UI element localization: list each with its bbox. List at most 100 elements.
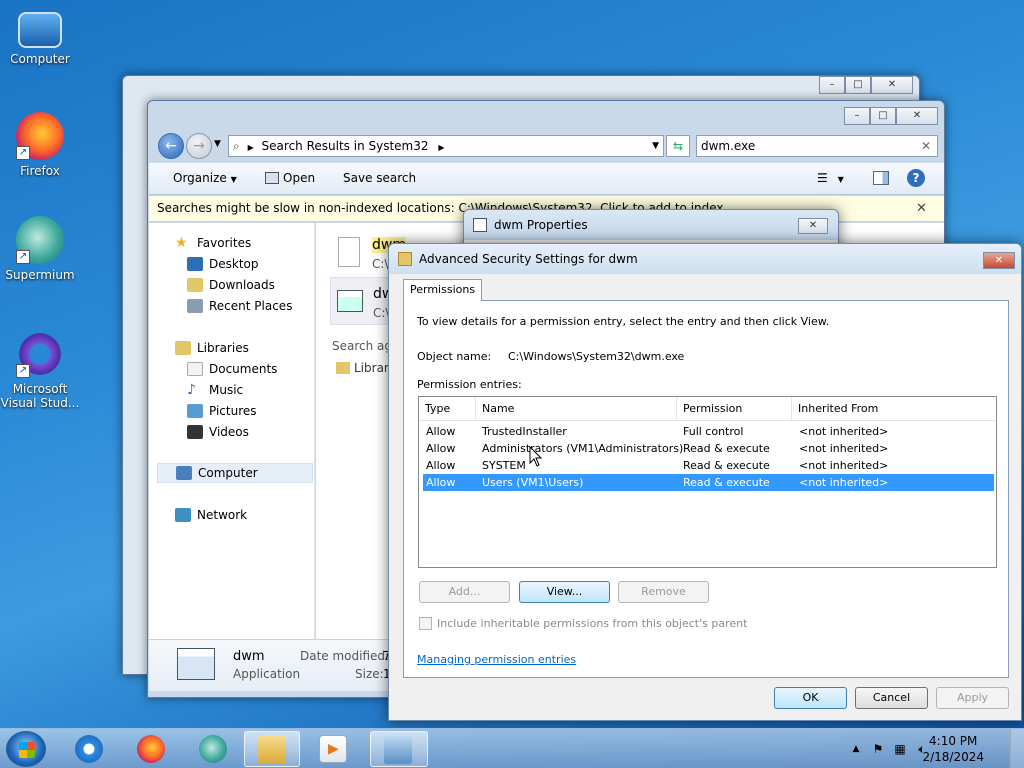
nav-recent-places[interactable]: Recent Places [187,296,292,316]
network-tray-icon[interactable]: ▦ [892,741,908,757]
nav-downloads[interactable]: Downloads [187,275,275,295]
show-desktop-button[interactable] [1010,729,1024,768]
nav-libraries[interactable]: Libraries [175,338,249,358]
security-close-button[interactable]: ✕ [983,252,1015,269]
table-row[interactable]: Allow SYSTEM Read & execute <not inherit… [423,457,994,474]
taskbar-firefox[interactable] [124,731,178,767]
column-type[interactable]: Type [419,397,476,421]
security-title: Advanced Security Settings for dwm [419,252,638,266]
cancel-button[interactable]: Cancel [855,687,928,709]
breadcrumb-arrow-icon: ▶ [247,143,254,152]
table-row-selected[interactable]: Allow Users (VM1\Users) Read & execute <… [423,474,994,491]
desktop-icon-supermium[interactable]: ↗ Supermium [0,216,80,282]
taskbar-supermium[interactable] [186,731,240,767]
folder-lock-icon [398,252,412,266]
recent-places-icon [187,299,203,313]
forward-button[interactable]: → [186,133,212,159]
taskbar-clock[interactable]: 4:10 PM 2/18/2024 [922,733,984,765]
permissions-panel: To view details for a permission entry, … [403,300,1009,678]
minimize-button[interactable]: – [844,107,870,125]
action-center-flag-icon[interactable]: ⚑ [870,741,886,757]
desktop-icon-firefox[interactable]: ↗ Firefox [0,112,80,178]
breadcrumb[interactable]: Search Results in System32 [262,139,429,153]
table-row[interactable]: Allow TrustedInstaller Full control <not… [423,423,994,440]
taskbar-control-panel[interactable] [370,731,428,767]
column-permission[interactable]: Permission [677,397,792,421]
desktop-icon-visual-studio[interactable]: ↗ Microsoft Visual Stud... [0,330,80,410]
permission-entries-list[interactable]: Type Name Permission Inherited From Allo… [418,396,997,568]
apply-button[interactable]: Apply [936,687,1009,709]
object-name-value: C:\Windows\System32\dwm.exe [508,350,685,363]
view-button[interactable]: View... [519,581,610,603]
nav-documents[interactable]: Documents [187,359,277,379]
nav-desktop[interactable]: Desktop [187,254,259,274]
add-button[interactable]: Add... [419,581,510,603]
permission-entries-label: Permission entries: [417,378,522,391]
search-box[interactable]: dwm.exe ✕ [696,135,938,157]
taskbar-file-explorer[interactable] [244,731,300,767]
shortcut-arrow-icon: ↗ [16,146,30,160]
pictures-icon [187,404,203,418]
view-options-button[interactable]: ☰ ▼ [817,171,844,185]
application-icon [337,290,363,312]
tab-permissions[interactable]: Permissions [403,279,483,301]
show-hidden-icons-icon[interactable]: ▲ [848,741,864,757]
back-button[interactable]: ← [158,133,184,159]
nav-favorites[interactable]: ★ Favorites [175,233,251,253]
help-icon[interactable]: ? [907,169,925,187]
desktop-icon-label: Firefox [20,164,60,178]
folder-icon [258,736,286,764]
close-button[interactable]: ✕ [871,76,913,94]
table-row[interactable]: Allow Administrators (VM1\Administrators… [423,440,994,457]
application-icon [177,648,215,680]
clock-time: 4:10 PM [929,734,978,748]
clear-search-icon[interactable]: ✕ [921,136,931,156]
nav-computer[interactable]: Computer [157,463,313,483]
shortcut-arrow-icon: ↗ [16,250,30,264]
properties-close-button[interactable]: ✕ [798,218,828,234]
remove-button[interactable]: Remove [618,581,709,603]
shortcut-arrow-icon: ↗ [16,364,30,378]
search-again-libraries[interactable]: Librari [336,361,392,375]
result-path: C:\ [372,257,389,271]
column-name[interactable]: Name [476,397,677,421]
organize-button[interactable]: Organize ▼ [173,171,237,185]
refresh-button[interactable]: ⇆ [666,135,690,157]
nav-music[interactable]: ♪ Music [187,380,243,400]
open-button[interactable]: Open [265,171,315,185]
taskbar-media-player[interactable]: ▶ [306,731,360,767]
include-inheritable-checkbox[interactable] [419,617,432,630]
address-bar[interactable]: ⌕ ▶ Search Results in System32 ▶ ▼ [228,135,664,157]
search-input[interactable]: dwm.exe [701,139,755,153]
network-icon [175,508,191,522]
minimize-button[interactable]: – [819,76,845,94]
desktop-icon-computer[interactable]: Computer [0,10,80,66]
supermium-icon: ↗ [16,216,64,264]
address-dropdown-icon[interactable]: ▼ [652,136,659,156]
maximize-button[interactable]: □ [870,107,896,125]
desktop-icon-label: Computer [10,52,70,66]
taskbar-internet-explorer[interactable] [62,731,116,767]
save-search-button[interactable]: Save search [343,171,416,185]
mouse-cursor-icon [529,446,543,467]
object-name-label: Object name: [417,350,492,363]
breadcrumb-arrow-icon: ▶ [438,143,445,152]
include-inheritable-label: Include inheritable permissions from thi… [437,617,748,630]
dismiss-info-bar-icon[interactable]: ✕ [916,201,927,216]
close-button[interactable]: ✕ [896,107,938,125]
window-caption-buttons: – □ ✕ [819,76,913,94]
ok-button[interactable]: OK [774,687,847,709]
managing-permission-entries-link[interactable]: Managing permission entries [417,653,576,666]
start-button[interactable] [6,731,46,767]
command-bar: Organize ▼ Open Save search ☰ ▼ ? [149,163,944,195]
nav-pictures[interactable]: Pictures [187,401,257,421]
nav-videos[interactable]: Videos [187,422,249,442]
nav-network[interactable]: Network [175,505,247,525]
desktop-icon [187,257,203,271]
preview-pane-icon[interactable] [873,171,889,185]
internet-explorer-icon [75,735,103,763]
maximize-button[interactable]: □ [845,76,871,94]
column-inherited-from[interactable]: Inherited From [792,397,996,421]
advanced-security-dialog[interactable]: Advanced Security Settings for dwm ✕ Per… [388,243,1022,721]
recent-pages-dropdown[interactable]: ▼ [214,139,221,149]
